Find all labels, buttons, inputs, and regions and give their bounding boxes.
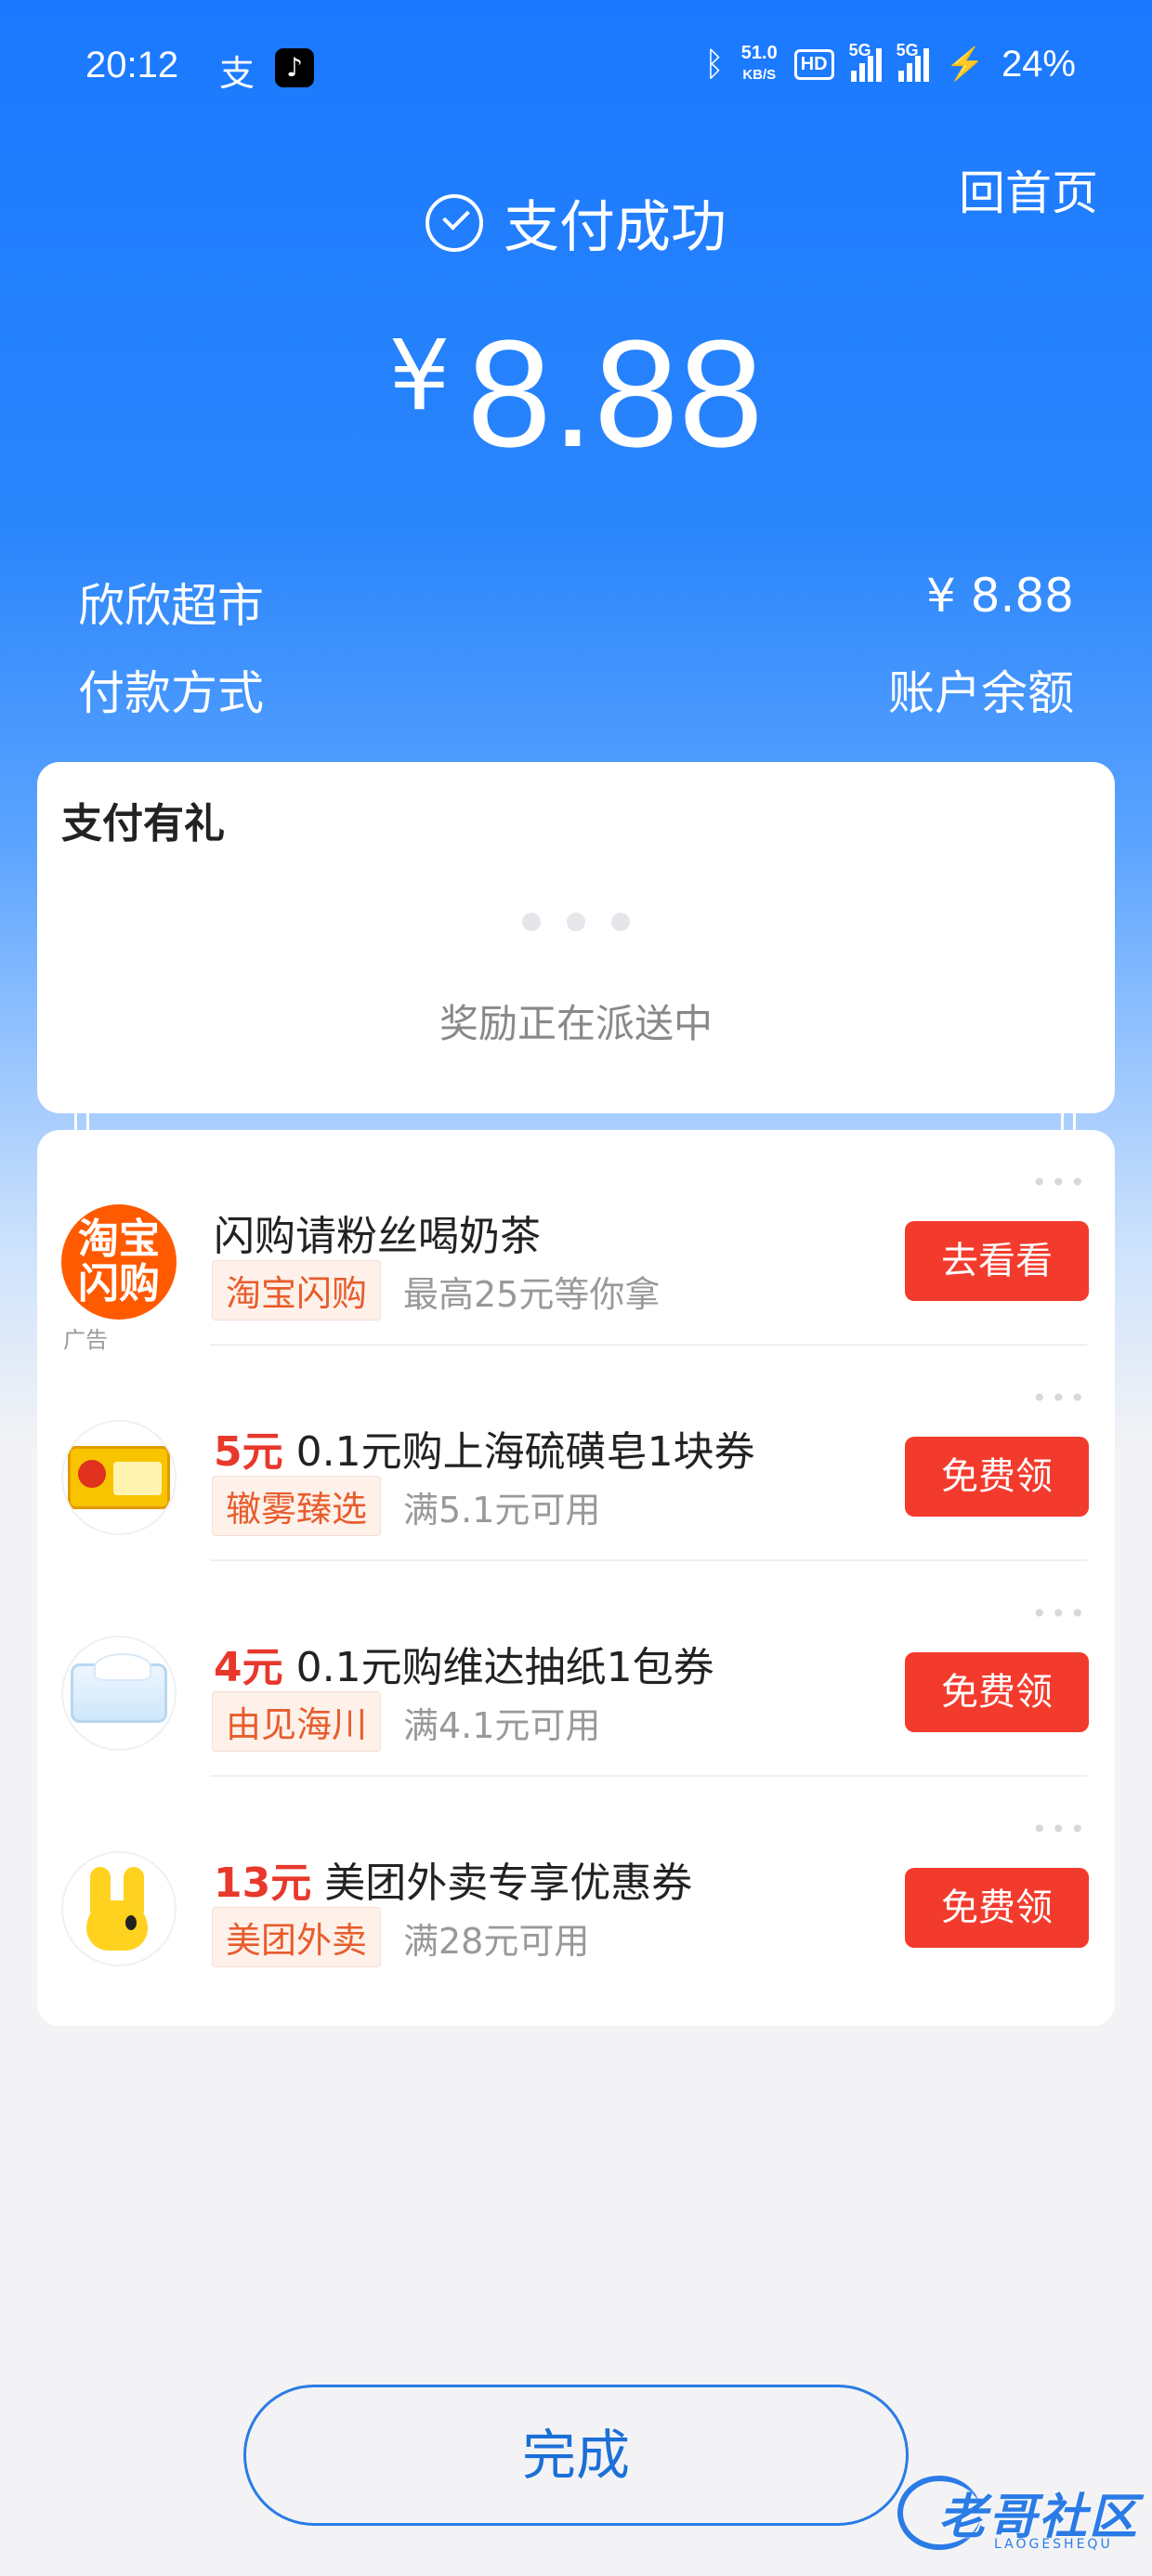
gift-title: 支付有礼 — [61, 800, 225, 848]
gift-status: 奖励正在派送中 — [439, 1001, 713, 1046]
more-options-icon[interactable]: ••• — [1031, 1814, 1089, 1845]
offers-card: ••• 淘宝闪购 广告 闪购请粉丝喝奶茶 淘宝闪购 最高25元等你拿 去看看 •… — [37, 1130, 1115, 2026]
offer-title-text: 0.1元购维达抽纸1包券 — [295, 1644, 714, 1691]
meituan-logo — [61, 1851, 177, 1966]
offer-title-text: 闪购请粉丝喝奶茶 — [214, 1213, 541, 1260]
offer-title-text: 美团外卖专享优惠券 — [324, 1860, 693, 1907]
tiktok-icon: ♪ — [275, 48, 314, 87]
payment-status-text: 支付成功 — [504, 195, 727, 260]
taobao-shangou-logo: 淘宝闪购 — [61, 1204, 177, 1320]
merchant-name: 欣欣超市 — [78, 579, 264, 633]
loading-dots — [37, 913, 1115, 931]
offer-item[interactable]: ••• 淘宝闪购 广告 闪购请粉丝喝奶茶 淘宝闪购 最高25元等你拿 去看看 — [37, 1130, 1115, 1353]
offer-condition: 满28元可用 — [403, 1921, 590, 1962]
more-options-icon[interactable]: ••• — [1031, 1383, 1089, 1413]
more-options-icon[interactable]: ••• — [1031, 1167, 1089, 1198]
offer-title: 13元 美团外卖专享优惠券 — [214, 1849, 692, 1909]
merchant-row: 欣欣超市 ¥ 8.88 — [78, 569, 1074, 636]
payment-method-label: 付款方式 — [78, 666, 264, 720]
done-button[interactable]: 完成 — [243, 2385, 909, 2526]
offer-item[interactable]: ••• 13元 美团外卖专享优惠券 美团外卖 满28元可用 免费领 — [37, 1777, 1115, 1992]
hd-icon: HD — [793, 48, 834, 80]
offer-price: 4元 — [214, 1644, 283, 1691]
offer-tag: 淘宝闪购 — [212, 1260, 382, 1321]
status-time: 20:12 — [85, 45, 179, 85]
network-speed-unit: KB/S — [742, 67, 777, 83]
soap-product-image — [61, 1420, 177, 1535]
offer-title: 4元 0.1元购维达抽纸1包券 — [214, 1634, 714, 1693]
payment-method-row: 付款方式 账户余额 — [78, 656, 1074, 723]
gift-card: 支付有礼 奖励正在派送中 — [37, 762, 1115, 1113]
watermark-logo: 老哥社区 LAOGESHEQU — [897, 2466, 1141, 2556]
charging-icon: ⚡ — [945, 46, 985, 82]
offer-condition: 最高25元等你拿 — [403, 1274, 661, 1315]
more-options-icon[interactable]: ••• — [1031, 1598, 1089, 1629]
payment-method-value: 账户余额 — [888, 666, 1074, 720]
check-circle-icon — [425, 193, 483, 252]
claim-coupon-button[interactable]: 免费领 — [905, 1868, 1089, 1948]
claim-coupon-button[interactable]: 免费领 — [905, 1437, 1089, 1517]
alipay-icon: 支 — [219, 53, 255, 94]
claim-coupon-button[interactable]: 免费领 — [905, 1652, 1089, 1732]
offer-item[interactable]: ••• 5元 0.1元购上海硫磺皂1块券 辙雾臻选 满5.1元可用 免费领 — [37, 1346, 1115, 1561]
network-speed: 51.0 KB/S — [741, 43, 778, 85]
watermark-subtext: LAOGESHEQU — [994, 2537, 1113, 2552]
status-bar: 20:12 支 ♪ ᛒ 51.0 KB/S HD 5G 5G ⚡ 24% — [0, 35, 1152, 100]
offer-tag: 由见海川 — [212, 1691, 382, 1752]
amount-value: 8.88 — [466, 309, 764, 479]
bluetooth-icon: ᛒ — [704, 45, 725, 83]
payment-amount: ¥8.88 — [0, 307, 1152, 481]
offer-price: 13元 — [214, 1860, 312, 1907]
sim1-label: 5G — [848, 41, 871, 59]
tissue-product-image — [61, 1636, 177, 1751]
payment-status: 支付成功 — [0, 182, 1152, 263]
offer-title-text: 0.1元购上海硫磺皂1块券 — [295, 1428, 755, 1476]
battery-level: 24% — [1001, 43, 1076, 85]
signal-icon-sim1: 5G — [849, 41, 882, 82]
offer-condition: 满4.1元可用 — [403, 1705, 601, 1746]
currency-symbol: ¥ — [388, 319, 451, 432]
offer-title: 闪购请粉丝喝奶茶 — [214, 1203, 541, 1262]
network-speed-value: 51.0 — [740, 43, 778, 63]
offer-tag: 辙雾臻选 — [212, 1476, 382, 1536]
offer-condition: 满5.1元可用 — [403, 1490, 601, 1531]
view-offer-button[interactable]: 去看看 — [905, 1221, 1089, 1301]
sim2-label: 5G — [896, 41, 919, 59]
merchant-amount: ¥ 8.88 — [925, 569, 1074, 623]
offer-item[interactable]: ••• 4元 0.1元购维达抽纸1包券 由见海川 满4.1元可用 免费领 — [37, 1561, 1115, 1777]
offer-tag: 美团外卖 — [212, 1907, 382, 1967]
offer-title: 5元 0.1元购上海硫磺皂1块券 — [214, 1418, 755, 1478]
signal-icon-sim2: 5G — [897, 41, 929, 82]
offer-price: 5元 — [214, 1428, 283, 1476]
